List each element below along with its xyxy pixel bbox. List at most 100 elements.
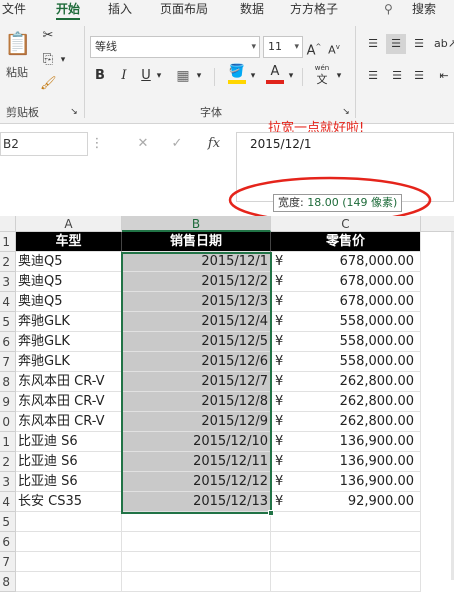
tab-data[interactable]: 数据 [240, 0, 264, 20]
cell-model[interactable]: 比亚迪 S6 [16, 432, 122, 452]
row-header[interactable]: 6 [0, 332, 16, 352]
chevron-down-icon[interactable]: ▾ [251, 37, 256, 57]
chevron-down-icon[interactable]: ▾ [286, 66, 296, 86]
cell-price[interactable]: ¥558,000.00 [271, 352, 421, 372]
empty-cell[interactable] [16, 572, 122, 592]
fill-color-icon[interactable]: 🪣 [228, 64, 246, 84]
row-header[interactable]: 7 [0, 552, 16, 572]
cell-price[interactable]: ¥262,800.00 [271, 412, 421, 432]
row-header[interactable]: 5 [0, 312, 16, 332]
chevron-down-icon[interactable]: ▾ [294, 37, 299, 57]
row-header[interactable]: 9 [0, 392, 16, 412]
cell-date[interactable]: 2015/12/2 [122, 272, 271, 292]
align-bottom-icon[interactable]: ☰ [410, 34, 428, 54]
cell-date[interactable]: 2015/12/10 [122, 432, 271, 452]
tab-file[interactable]: 文件 [2, 0, 26, 20]
row-header[interactable]: 4 [0, 492, 16, 512]
column-header-d[interactable] [421, 216, 454, 232]
cell-model[interactable]: 东风本田 CR-V [16, 412, 122, 432]
cell-date[interactable]: 2015/12/4 [122, 312, 271, 332]
cell-date[interactable]: 2015/12/11 [122, 452, 271, 472]
row-header[interactable]: 4 [0, 292, 16, 312]
cell-date[interactable]: 2015/12/1 [122, 252, 271, 272]
row-header[interactable]: 6 [0, 532, 16, 552]
row-header[interactable]: 7 [0, 352, 16, 372]
font-name-combo[interactable]: 等线 ▾ [90, 36, 260, 58]
header-cell-price[interactable]: 零售价 [271, 232, 421, 252]
insert-function-icon[interactable]: fx [204, 134, 224, 154]
name-box-dropdown-icon[interactable]: ⋮ [90, 134, 104, 154]
empty-cell[interactable] [271, 572, 421, 592]
cell-date[interactable]: 2015/12/5 [122, 332, 271, 352]
row-header[interactable]: 3 [0, 472, 16, 492]
format-painter-icon[interactable]: 🖌 [40, 74, 57, 94]
cell-price[interactable]: ¥558,000.00 [271, 332, 421, 352]
tab-home[interactable]: 开始 [56, 0, 81, 20]
bold-icon[interactable]: B [92, 66, 108, 86]
row-header[interactable]: 5 [0, 512, 16, 532]
cell-date[interactable]: 2015/12/6 [122, 352, 271, 372]
font-color-icon[interactable]: A [266, 64, 284, 84]
tab-page-layout[interactable]: 页面布局 [160, 0, 208, 20]
paste-icon[interactable]: 📋 [4, 30, 31, 62]
header-cell-date[interactable]: 销售日期 [122, 232, 271, 252]
cut-icon[interactable]: ✂ [40, 26, 56, 46]
cell-model[interactable]: 奥迪Q5 [16, 252, 122, 272]
align-center-icon[interactable]: ☰ [388, 66, 406, 86]
empty-cell[interactable] [271, 532, 421, 552]
clipboard-launcher-icon[interactable]: ↘ [68, 102, 80, 122]
cell-model[interactable]: 奔驰GLK [16, 352, 122, 372]
copy-icon[interactable]: ⎘ [40, 50, 56, 70]
spreadsheet-grid[interactable]: A B C 1 车型 销售日期 零售价 2 奥迪Q5 2015/12/1 ¥678,000.0… [0, 216, 454, 592]
fill-handle[interactable] [268, 510, 274, 516]
cell-model[interactable]: 比亚迪 S6 [16, 472, 122, 492]
tab-insert[interactable]: 插入 [108, 0, 132, 20]
italic-icon[interactable]: I [116, 66, 132, 86]
copy-dropdown-icon[interactable]: ▾ [58, 50, 68, 70]
decrease-font-icon[interactable]: Av [326, 37, 342, 61]
row-header[interactable]: 8 [0, 572, 16, 592]
cell-price[interactable]: ¥262,800.00 [271, 392, 421, 412]
chevron-down-icon[interactable]: ▾ [194, 66, 204, 86]
chevron-down-icon[interactable]: ▾ [248, 66, 258, 86]
increase-font-icon[interactable]: A^ [306, 37, 322, 61]
row-header[interactable]: 1 [0, 232, 16, 252]
indent-icon[interactable]: ⇤ [434, 66, 454, 86]
cell-date[interactable]: 2015/12/12 [122, 472, 271, 492]
empty-cell[interactable] [16, 552, 122, 572]
align-middle-icon[interactable]: ☰ [386, 34, 406, 54]
cell-model[interactable]: 奔驰GLK [16, 312, 122, 332]
border-icon[interactable]: ▦ [174, 66, 192, 86]
cell-price[interactable]: ¥678,000.00 [271, 292, 421, 312]
cell-price[interactable]: ¥136,900.00 [271, 432, 421, 452]
empty-cell[interactable] [122, 572, 271, 592]
underline-icon[interactable]: U [138, 66, 154, 86]
chevron-down-icon[interactable]: ▾ [334, 66, 344, 86]
cell-model[interactable]: 奥迪Q5 [16, 292, 122, 312]
tab-ffgz[interactable]: 方方格子 [290, 0, 338, 20]
column-header-c[interactable]: C [271, 216, 421, 232]
cell-price[interactable]: ¥262,800.00 [271, 372, 421, 392]
cell-date[interactable]: 2015/12/3 [122, 292, 271, 312]
row-header[interactable]: 1 [0, 432, 16, 452]
cell-price[interactable]: ¥136,900.00 [271, 472, 421, 492]
select-all-corner[interactable] [0, 216, 16, 232]
search-icon[interactable]: ⚲ [384, 0, 393, 20]
cell-model[interactable]: 奥迪Q5 [16, 272, 122, 292]
cell-model[interactable]: 东风本田 CR-V [16, 392, 122, 412]
empty-cell[interactable] [16, 532, 122, 552]
row-header[interactable]: 3 [0, 272, 16, 292]
paste-label[interactable]: 粘贴 [6, 64, 28, 80]
cell-date[interactable]: 2015/12/8 [122, 392, 271, 412]
header-cell-model[interactable]: 车型 [16, 232, 122, 252]
tab-search[interactable]: 搜索 [412, 0, 436, 20]
name-box[interactable]: B2 [0, 132, 88, 156]
align-right-icon[interactable]: ☰ [410, 66, 428, 86]
cell-model[interactable]: 奔驰GLK [16, 332, 122, 352]
align-left-icon[interactable]: ☰ [364, 66, 382, 86]
cell-date[interactable]: 2015/12/13 [122, 492, 271, 512]
empty-cell[interactable] [122, 552, 271, 572]
cell-model[interactable]: 比亚迪 S6 [16, 452, 122, 472]
cancel-icon[interactable]: ✕ [134, 134, 152, 154]
cell-date[interactable]: 2015/12/7 [122, 372, 271, 392]
